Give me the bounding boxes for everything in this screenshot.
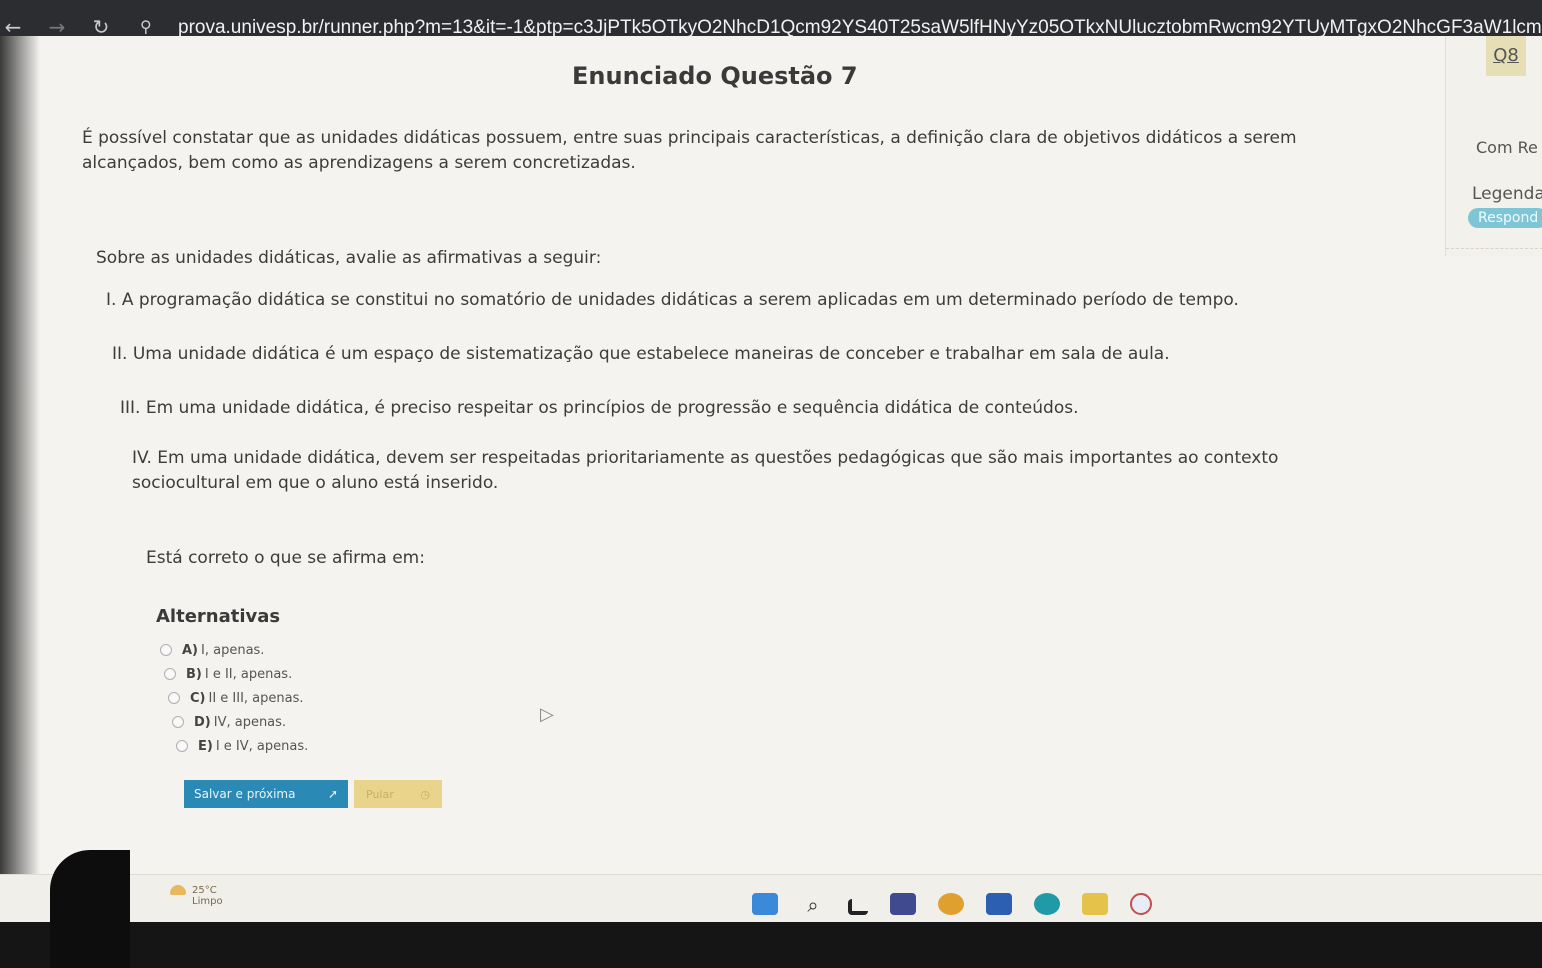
alternatives-list: A) I, apenas. B) I e II, apenas. C) II e…: [160, 638, 308, 758]
affirmative-2: II. Uma unidade didática é um espaço de …: [112, 344, 1170, 364]
weather-icon: [170, 885, 186, 895]
option-letter: D): [194, 714, 211, 730]
radio-button[interactable]: [160, 644, 172, 656]
option-e[interactable]: E) I e IV, apenas.: [176, 734, 308, 758]
windows-start-icon[interactable]: [752, 893, 778, 915]
option-letter: B): [186, 666, 202, 682]
clock-icon: ◷: [420, 787, 430, 801]
correct-prompt: Está correto o que se afirma em:: [146, 548, 425, 568]
option-text: I e II, apenas.: [204, 666, 293, 682]
question-statement: É possível constatar que as unidades did…: [82, 128, 1297, 173]
legend-label: Legenda: [1472, 184, 1542, 204]
screen-edge-shadow: [0, 36, 40, 922]
weather-widget[interactable]: 25°C Limpo: [170, 885, 223, 907]
skip-button[interactable]: Pular ◷: [354, 780, 442, 808]
option-letter: A): [182, 642, 199, 658]
panel-divider: [1446, 248, 1542, 249]
question-title: Enunciado Questão 7: [572, 62, 858, 90]
affirmative-1: I. A programação didática se constitui n…: [106, 290, 1239, 310]
option-text: II e III, apenas.: [208, 690, 304, 706]
question-content: Enunciado Questão 7 É possível constatar…: [60, 36, 1440, 808]
com-re-label: Com Re: [1476, 138, 1538, 157]
option-a[interactable]: A) I, apenas.: [160, 638, 308, 662]
chat-icon[interactable]: [890, 893, 916, 915]
radio-button[interactable]: [172, 716, 184, 728]
question-8-link[interactable]: Q8: [1486, 36, 1526, 76]
task-view-icon[interactable]: [848, 899, 868, 915]
taskbar-icons: ⌕: [752, 893, 1152, 917]
edge-icon[interactable]: [1034, 893, 1060, 915]
temperature: 25°C: [192, 885, 217, 896]
skip-label: Pular: [366, 787, 394, 801]
affirmative-4: IV. Em uma unidade didática, devem ser r…: [132, 448, 1279, 493]
cable: [50, 850, 130, 968]
question-nav-panel: Q8 Com Re Legenda Respond: [1445, 36, 1542, 256]
search-icon[interactable]: ⌕: [800, 893, 826, 917]
taskbar: 25°C Limpo ⌕: [0, 874, 1542, 923]
alternatives-title: Alternativas: [156, 606, 281, 627]
option-text: I e IV, apenas.: [215, 738, 309, 754]
weather-text: Limpo: [192, 896, 223, 907]
store-icon[interactable]: [986, 893, 1012, 915]
option-c[interactable]: C) II e III, apenas.: [168, 686, 308, 710]
save-next-button[interactable]: Salvar e próxima ➚: [184, 780, 348, 808]
monitor-bezel: [0, 922, 1542, 968]
radio-button[interactable]: [168, 692, 180, 704]
option-text: IV, apenas.: [213, 714, 287, 730]
exam-page: Enunciado Questão 7 É possível constatar…: [0, 36, 1542, 922]
option-letter: C): [190, 690, 206, 706]
action-buttons: Salvar e próxima ➚ Pular ◷: [184, 780, 442, 808]
option-d[interactable]: D) IV, apenas.: [172, 710, 308, 734]
file-explorer-icon[interactable]: [1082, 893, 1108, 915]
option-letter: E): [198, 738, 213, 754]
tune-icon[interactable]: ⚲: [140, 17, 152, 36]
affirmative-3: III. Em uma unidade didática, é preciso …: [120, 398, 1079, 418]
question-prompt: Sobre as unidades didáticas, avalie as a…: [96, 248, 602, 268]
save-next-label: Salvar e próxima: [194, 787, 296, 801]
radio-button[interactable]: [164, 668, 176, 680]
respond-badge: Respond: [1468, 208, 1542, 228]
mouse-cursor-icon: ▷: [540, 704, 554, 725]
app-icon[interactable]: [1130, 893, 1152, 915]
arrow-icon: ➚: [327, 787, 338, 801]
chrome-icon[interactable]: [938, 893, 964, 915]
option-b[interactable]: B) I e II, apenas.: [164, 662, 308, 686]
option-text: I, apenas.: [201, 642, 265, 658]
radio-button[interactable]: [176, 740, 188, 752]
